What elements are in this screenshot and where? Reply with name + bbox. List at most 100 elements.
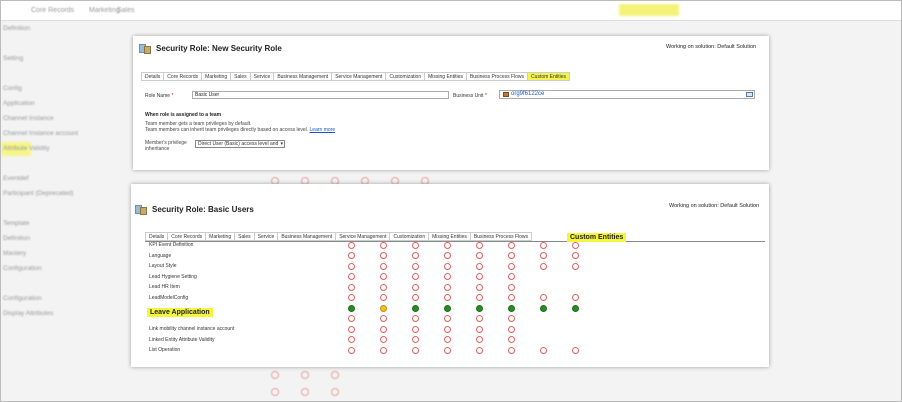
tab-sales[interactable]: Sales — [230, 72, 250, 81]
privilege-none-icon[interactable] — [476, 294, 483, 301]
tab-core-records[interactable]: Core Records — [163, 72, 202, 81]
lookup-icon[interactable] — [746, 92, 753, 97]
tab-service-management[interactable]: Service Management — [335, 232, 390, 241]
privilege-none-icon[interactable] — [412, 346, 419, 354]
privilege-none-icon[interactable] — [380, 241, 387, 249]
privilege-full-icon[interactable] — [540, 304, 547, 312]
privilege-full-icon[interactable] — [444, 304, 451, 312]
privilege-none-icon[interactable] — [412, 262, 419, 270]
privilege-none-icon[interactable] — [348, 252, 355, 259]
privilege-none-icon[interactable] — [444, 346, 451, 354]
privilege-none-icon[interactable] — [444, 336, 451, 343]
tab-business-management[interactable]: Business Management — [277, 232, 336, 241]
tab-core-records[interactable]: Core Records — [167, 232, 206, 241]
privilege-none-icon[interactable] — [508, 336, 515, 343]
privilege-none-icon[interactable] — [348, 283, 355, 291]
privilege-none-icon[interactable] — [572, 252, 579, 259]
privilege-none-icon[interactable] — [380, 336, 387, 343]
tab-sales[interactable]: Sales — [234, 232, 254, 241]
privilege-none-icon[interactable] — [348, 336, 355, 343]
privilege-none-icon[interactable] — [412, 283, 419, 291]
privilege-none-icon[interactable] — [380, 273, 387, 280]
privilege-none-icon[interactable] — [508, 325, 515, 333]
privilege-none-icon[interactable] — [444, 252, 451, 259]
privilege-none-icon[interactable] — [444, 241, 451, 249]
tab-business-management[interactable]: Business Management — [273, 72, 332, 81]
tab-marketing[interactable]: Marketing — [201, 72, 231, 81]
privilege-none-icon[interactable] — [444, 325, 451, 333]
privilege-full-icon[interactable] — [476, 304, 483, 312]
privilege-none-icon[interactable] — [476, 283, 483, 291]
privilege-none-icon[interactable] — [348, 262, 355, 270]
privilege-none-icon[interactable] — [508, 283, 515, 291]
privilege-none-icon[interactable] — [412, 325, 419, 333]
privilege-none-icon[interactable] — [348, 315, 355, 322]
tab-details[interactable]: Details — [141, 72, 164, 81]
privilege-none-icon[interactable] — [444, 262, 451, 270]
tab-service[interactable]: Service — [249, 72, 274, 81]
privilege-user-icon[interactable] — [380, 304, 387, 312]
privilege-none-icon[interactable] — [508, 273, 515, 280]
privilege-none-icon[interactable] — [540, 262, 547, 270]
privilege-none-icon[interactable] — [476, 252, 483, 259]
privilege-none-icon[interactable] — [380, 294, 387, 301]
privilege-none-icon[interactable] — [348, 346, 355, 354]
privilege-none-icon[interactable] — [476, 325, 483, 333]
privilege-none-icon[interactable] — [380, 252, 387, 259]
privilege-none-icon[interactable] — [444, 294, 451, 301]
privilege-none-icon[interactable] — [508, 241, 515, 249]
tab-customization[interactable]: Customization — [385, 72, 425, 81]
tab-missing-entities[interactable]: Missing Entities — [424, 72, 466, 81]
privilege-none-icon[interactable] — [508, 346, 515, 354]
privilege-none-icon[interactable] — [412, 315, 419, 322]
privilege-none-icon[interactable] — [572, 241, 579, 249]
inheritance-select[interactable]: Direct User (Basic) access level and ▾ — [195, 140, 285, 148]
privilege-none-icon[interactable] — [572, 346, 579, 354]
privilege-none-icon[interactable] — [508, 294, 515, 301]
tab-service[interactable]: Service — [253, 232, 278, 241]
privilege-none-icon[interactable] — [540, 252, 547, 259]
privilege-none-icon[interactable] — [348, 294, 355, 301]
privilege-none-icon[interactable] — [348, 241, 355, 249]
privilege-none-icon[interactable] — [380, 346, 387, 354]
privilege-none-icon[interactable] — [380, 283, 387, 291]
privilege-none-icon[interactable] — [444, 315, 451, 322]
business-unit-value[interactable]: org9f6122ce — [511, 91, 544, 97]
privilege-none-icon[interactable] — [540, 346, 547, 354]
privilege-none-icon[interactable] — [476, 315, 483, 322]
privilege-none-icon[interactable] — [540, 294, 547, 301]
privilege-none-icon[interactable] — [476, 273, 483, 280]
privilege-none-icon[interactable] — [412, 241, 419, 249]
tab-missing-entities[interactable]: Missing Entities — [428, 232, 470, 241]
role-name-input[interactable]: Basic User — [192, 91, 449, 99]
tab-details[interactable]: Details — [145, 232, 168, 241]
privilege-full-icon[interactable] — [348, 304, 355, 312]
privilege-none-icon[interactable] — [444, 273, 451, 280]
privilege-full-icon[interactable] — [572, 304, 579, 312]
privilege-none-icon[interactable] — [508, 252, 515, 259]
privilege-none-icon[interactable] — [412, 252, 419, 259]
privilege-none-icon[interactable] — [444, 283, 451, 291]
privilege-none-icon[interactable] — [508, 315, 515, 322]
tab-customization[interactable]: Customization — [389, 232, 429, 241]
business-unit-lookup[interactable]: org9f6122ce — [499, 90, 755, 99]
privilege-none-icon[interactable] — [572, 294, 579, 301]
privilege-none-icon[interactable] — [476, 336, 483, 343]
privilege-none-icon[interactable] — [380, 315, 387, 322]
privilege-none-icon[interactable] — [508, 262, 515, 270]
privilege-full-icon[interactable] — [412, 304, 419, 312]
privilege-none-icon[interactable] — [348, 325, 355, 333]
tab-service-management[interactable]: Service Management — [331, 72, 386, 81]
privilege-none-icon[interactable] — [476, 241, 483, 249]
tab-business-process-flows[interactable]: Business Process Flows — [469, 232, 533, 241]
privilege-none-icon[interactable] — [476, 262, 483, 270]
tab-business-process-flows[interactable]: Business Process Flows — [465, 72, 528, 81]
privilege-full-icon[interactable] — [508, 304, 515, 312]
privilege-none-icon[interactable] — [380, 325, 387, 333]
privilege-none-icon[interactable] — [540, 241, 547, 249]
privilege-none-icon[interactable] — [412, 336, 419, 343]
privilege-none-icon[interactable] — [348, 273, 355, 280]
learn-more-link[interactable]: Learn more — [310, 127, 336, 133]
tab-marketing[interactable]: Marketing — [205, 232, 235, 241]
tab-custom-entities[interactable]: Custom Entities — [527, 72, 571, 81]
